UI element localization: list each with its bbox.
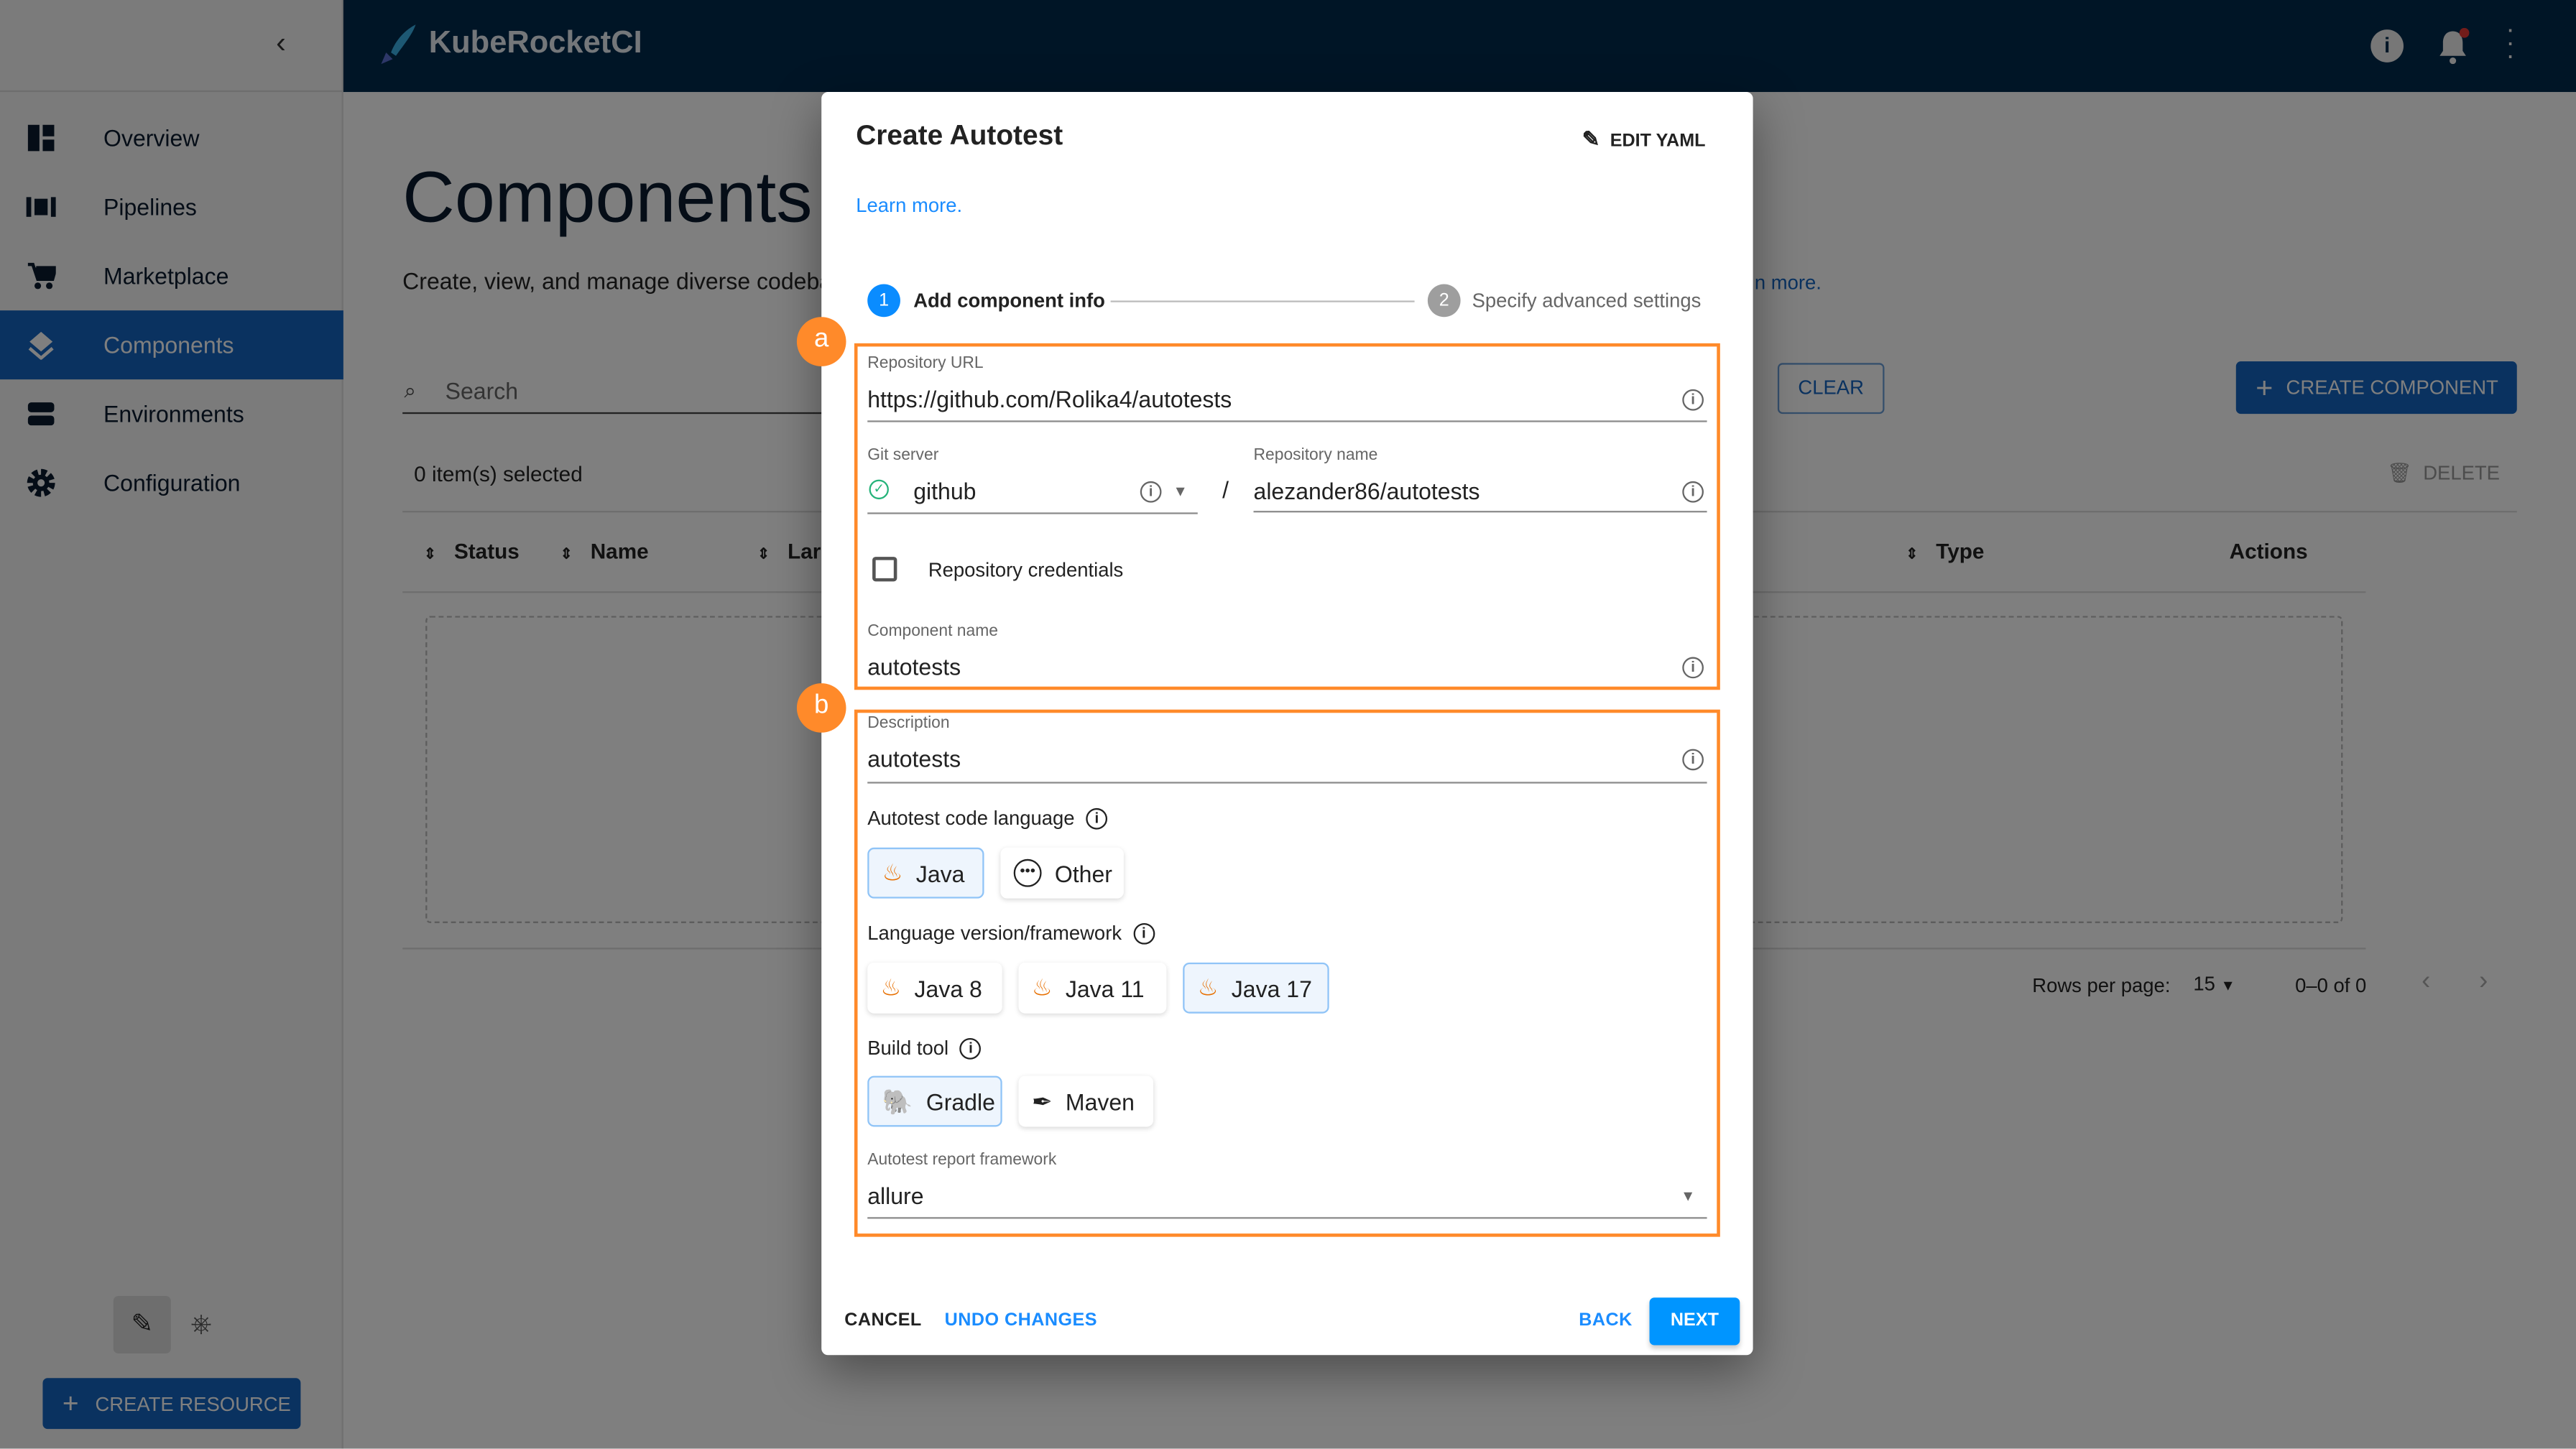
chip-label: Java 8	[914, 974, 982, 1001]
version-option-java-17[interactable]: ♨ Java 17	[1183, 962, 1329, 1014]
repo-url-input[interactable]: https://github.com/Rolika4/autotests	[867, 386, 1232, 412]
step-1-label: Add component info	[913, 289, 1105, 313]
chip-label: Java 17	[1231, 974, 1312, 1001]
info-icon[interactable]: i	[960, 1037, 982, 1059]
edit-yaml-button[interactable]: ✎ EDIT YAML	[1582, 126, 1706, 153]
back-button[interactable]: BACK	[1579, 1311, 1632, 1330]
more-horizontal-circle-icon: •••	[1013, 858, 1042, 887]
repo-name-label: Repository name	[1253, 446, 1378, 466]
version-option-java-8[interactable]: ♨ Java 8	[867, 962, 1002, 1014]
info-icon[interactable]: i	[1133, 922, 1155, 944]
language-version-label: Language version/framework	[867, 921, 1122, 945]
java-icon: ♨	[1031, 973, 1053, 1001]
maven-feather-icon: ✒	[1031, 1088, 1053, 1116]
chip-label: Java 11	[1065, 974, 1145, 1001]
build-tool-heading: Build tool i	[867, 1037, 982, 1060]
build-tool-option-gradle[interactable]: 🐘 Gradle	[867, 1075, 1002, 1127]
pencil-icon: ✎	[1582, 126, 1600, 152]
report-framework-label: Autotest report framework	[867, 1151, 1057, 1170]
info-icon[interactable]: i	[1682, 657, 1704, 679]
info-icon[interactable]: i	[1086, 807, 1108, 829]
chip-label: Maven	[1065, 1088, 1135, 1115]
divider	[867, 1217, 1707, 1219]
next-button[interactable]: NEXT	[1649, 1297, 1740, 1346]
git-server-select[interactable]: github	[913, 478, 976, 504]
check-circle-icon: ✓	[869, 479, 889, 500]
gradle-elephant-icon: 🐘	[882, 1088, 913, 1116]
language-version-heading: Language version/framework i	[867, 922, 1155, 945]
java-icon: ♨	[882, 858, 903, 886]
stepper-connector	[1110, 300, 1415, 302]
chip-label: Java	[915, 859, 965, 886]
separator: /	[1222, 476, 1229, 503]
annotation-badge-b: b	[796, 683, 846, 733]
divider	[867, 782, 1707, 784]
step-2-label: Specify advanced settings	[1472, 289, 1702, 313]
divider	[867, 512, 1198, 514]
undo-changes-button[interactable]: UNDO CHANGES	[945, 1311, 1097, 1330]
language-option-java[interactable]: ♨ Java	[867, 847, 984, 899]
build-tool-label: Build tool	[867, 1036, 949, 1060]
cancel-button[interactable]: CANCEL	[844, 1311, 922, 1330]
annotation-badge-a: a	[796, 317, 846, 366]
caret-down-icon[interactable]: ▼	[1681, 1188, 1695, 1204]
caret-down-icon[interactable]: ▼	[1173, 483, 1187, 499]
step-1-indicator: 1	[867, 284, 900, 318]
code-language-heading: Autotest code language i	[867, 806, 1108, 830]
description-label: Description	[867, 714, 950, 733]
create-autotest-dialog: Create Autotest ✎ EDIT YAML Learn more. …	[796, 92, 1753, 1356]
step-2-indicator: 2	[1427, 284, 1461, 318]
version-option-java-11[interactable]: ♨ Java 11	[1018, 962, 1167, 1014]
build-tool-option-maven[interactable]: ✒ Maven	[1018, 1075, 1154, 1127]
java-icon: ♨	[1197, 973, 1219, 1001]
component-name-label: Component name	[867, 622, 998, 641]
divider	[867, 420, 1707, 422]
info-icon[interactable]: i	[1682, 481, 1704, 503]
info-icon[interactable]: i	[1682, 389, 1704, 411]
java-icon: ♨	[880, 973, 902, 1001]
repo-url-label: Repository URL	[867, 354, 984, 374]
chip-label: Gradle	[925, 1088, 995, 1115]
code-language-label: Autotest code language	[867, 806, 1075, 830]
git-server-label: Git server	[867, 446, 939, 466]
language-option-other[interactable]: ••• Other	[1000, 847, 1124, 899]
repo-credentials-label: Repository credentials	[928, 558, 1124, 582]
component-name-input[interactable]: autotests	[867, 654, 961, 680]
learn-more-link[interactable]: Learn more.	[856, 194, 962, 217]
report-framework-select[interactable]: allure	[867, 1182, 923, 1209]
info-icon[interactable]: i	[1140, 481, 1162, 503]
edit-yaml-label: EDIT YAML	[1610, 131, 1706, 152]
repo-name-input[interactable]: alezander86/autotests	[1254, 478, 1480, 504]
dialog-title: Create Autotest	[856, 119, 1063, 152]
info-icon[interactable]: i	[1682, 749, 1704, 771]
divider	[1253, 511, 1707, 513]
description-input[interactable]: autotests	[867, 746, 961, 772]
repo-credentials-checkbox[interactable]	[872, 557, 897, 582]
chip-label: Other	[1054, 859, 1112, 886]
